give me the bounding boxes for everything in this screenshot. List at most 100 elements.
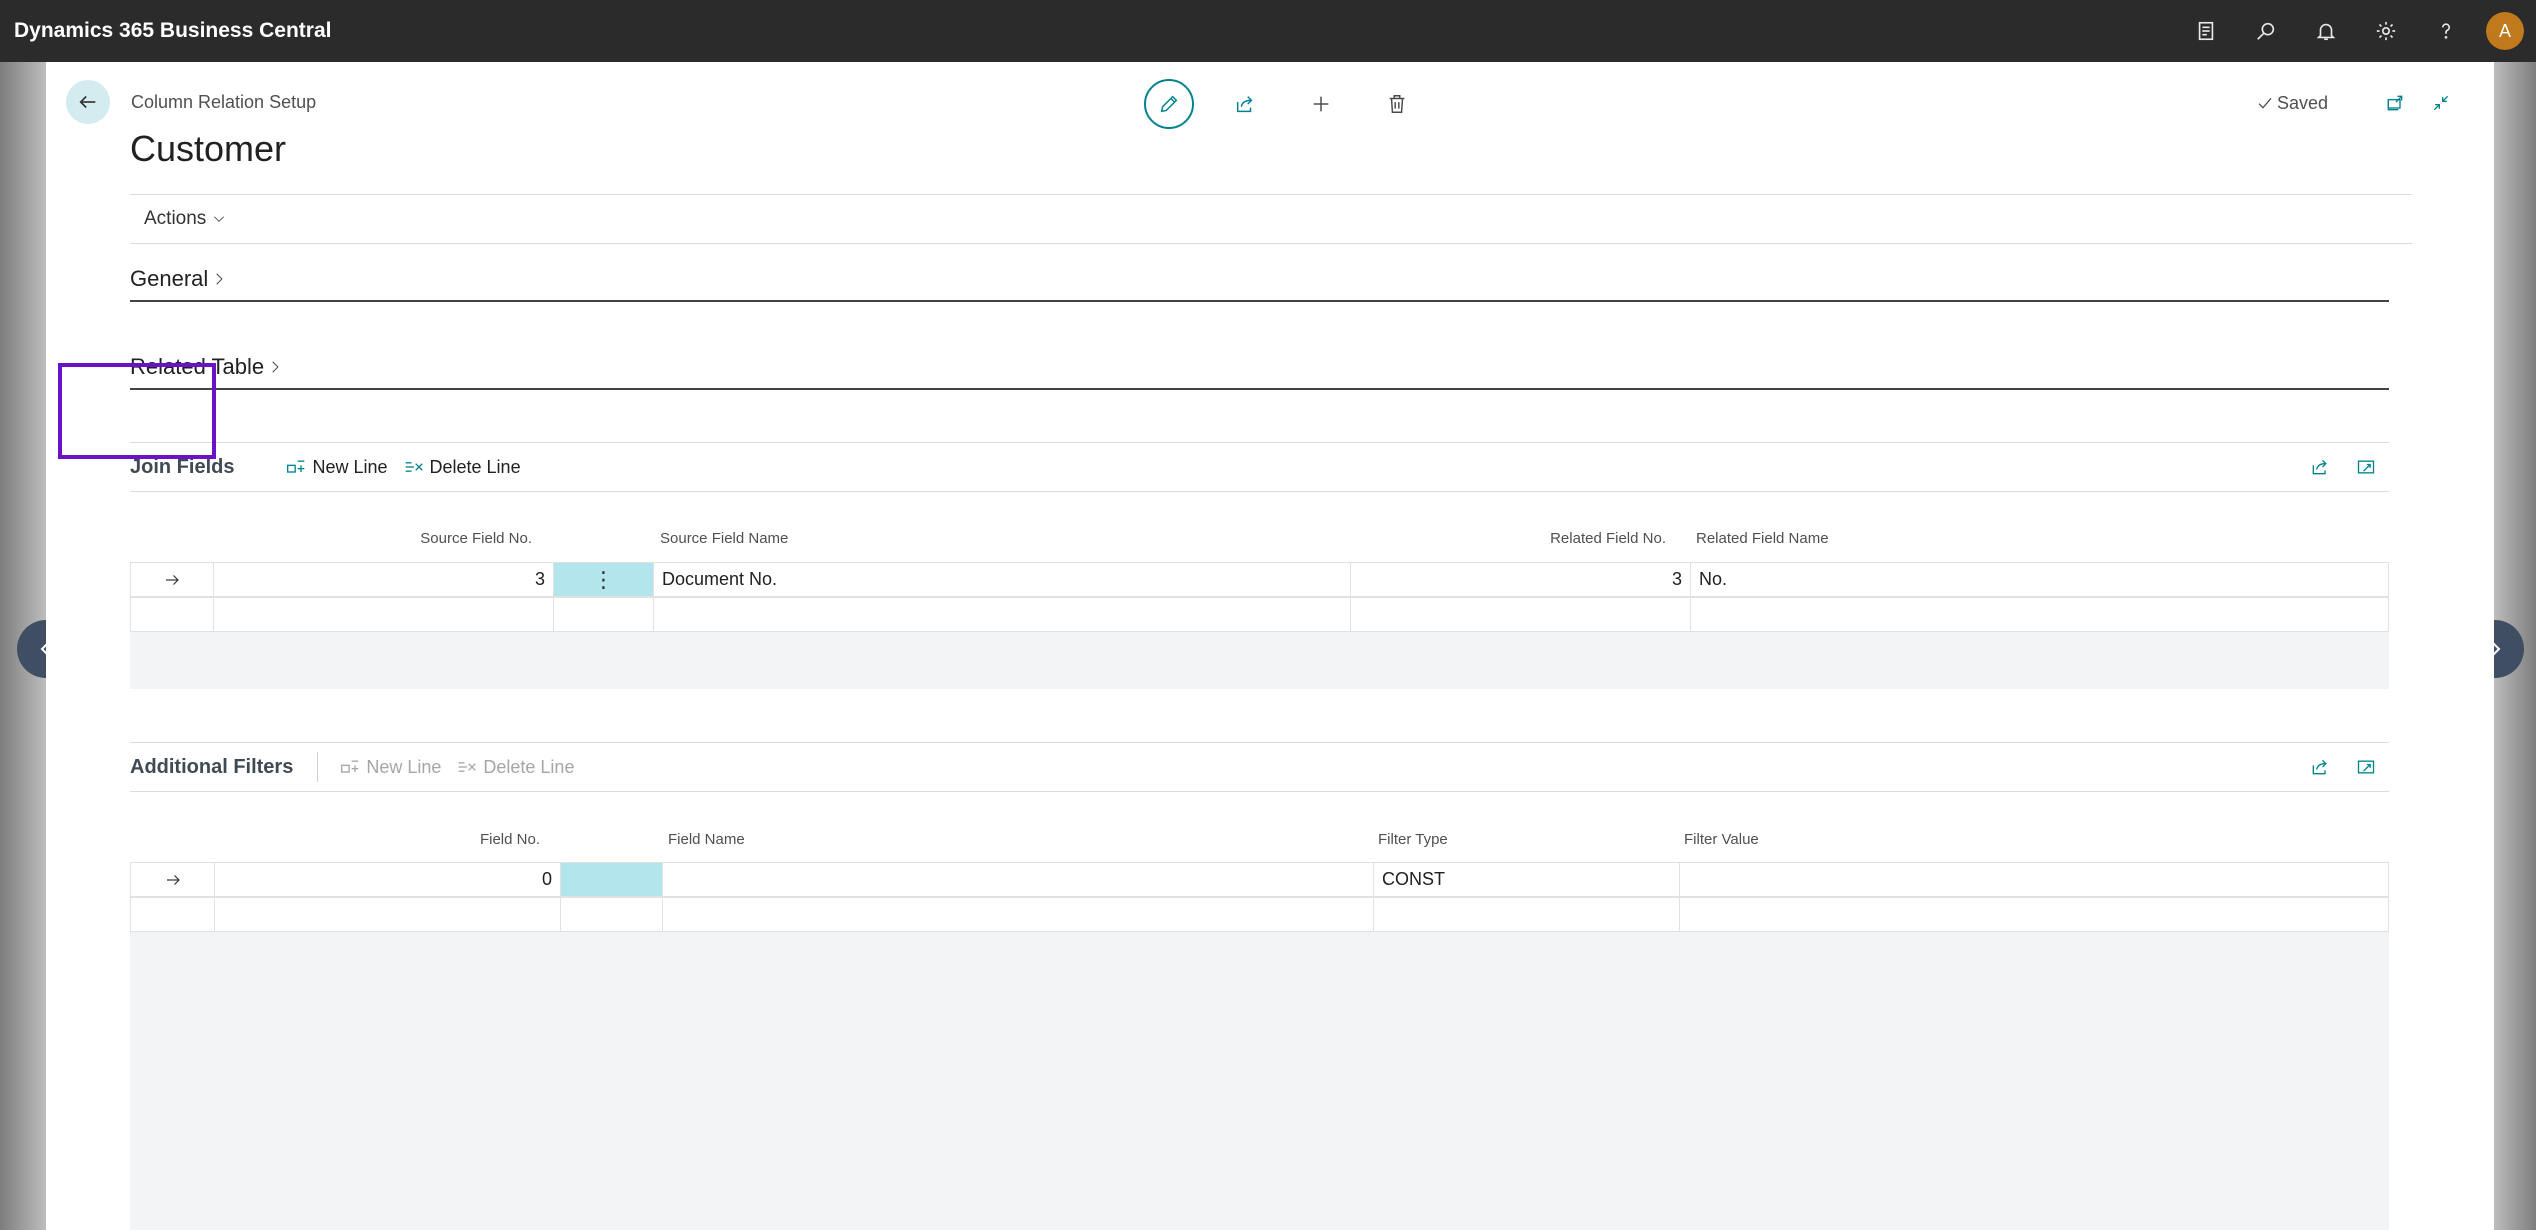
additional-filters-share-button[interactable] bbox=[2297, 757, 2343, 777]
col-source-field-name[interactable]: Source Field Name bbox=[660, 530, 788, 547]
new-line-icon bbox=[341, 760, 359, 773]
join-fields-toolbar: Join Fields New Line Delete Line bbox=[130, 442, 2389, 492]
row-actions-cell[interactable]: ⋮ bbox=[554, 563, 654, 596]
delete-line-icon bbox=[459, 762, 477, 772]
field-name-cell[interactable] bbox=[663, 863, 1374, 896]
expand-icon bbox=[2357, 760, 2375, 774]
source-field-no-cell[interactable] bbox=[214, 598, 554, 631]
edit-button[interactable] bbox=[1131, 79, 1207, 129]
row-indicator[interactable] bbox=[131, 898, 215, 931]
join-fields-delete-line-label: Delete Line bbox=[429, 456, 521, 477]
join-fields-highlight-box bbox=[58, 363, 216, 459]
related-field-name-cell[interactable] bbox=[1691, 598, 2388, 631]
page-title: Customer bbox=[130, 128, 287, 169]
join-fields-grid: 3 ⋮ Document No. 3 No. bbox=[130, 562, 2389, 689]
open-in-new-icon bbox=[2387, 95, 2403, 111]
source-field-name-cell[interactable] bbox=[654, 598, 1351, 631]
join-fields-delete-line-button[interactable]: Delete Line bbox=[404, 457, 521, 478]
additional-filters-new-line-button[interactable]: New Line bbox=[340, 757, 441, 778]
field-no-cell[interactable]: 0 bbox=[215, 863, 561, 896]
new-line-icon bbox=[287, 460, 305, 473]
actions-menu[interactable]: Actions bbox=[144, 208, 206, 230]
record-page: Column Relation Setup Customer Saved Act… bbox=[46, 62, 2494, 1230]
related-field-name-cell[interactable]: No. bbox=[1691, 563, 2388, 596]
col-related-field-no[interactable]: Related Field No. bbox=[1326, 530, 1666, 547]
source-field-name-cell[interactable]: Document No. bbox=[654, 563, 1351, 596]
col-filter-type[interactable]: Filter Type bbox=[1378, 831, 1448, 848]
actions-bar: Actions bbox=[130, 194, 2412, 244]
filter-value-cell[interactable] bbox=[1680, 898, 2388, 931]
row-indicator[interactable] bbox=[131, 563, 214, 596]
chevron-right-icon[interactable] bbox=[212, 272, 226, 286]
join-fields-new-line-button[interactable]: New Line bbox=[286, 456, 388, 478]
col-related-field-name[interactable]: Related Field Name bbox=[1696, 530, 1829, 547]
collapse-button[interactable] bbox=[2418, 86, 2464, 120]
filter-value-cell[interactable] bbox=[1680, 863, 2388, 896]
row-actions-cell[interactable] bbox=[554, 598, 654, 631]
additional-filters-delete-line-button[interactable]: Delete Line bbox=[457, 757, 574, 778]
table-row[interactable]: 0 CONST bbox=[130, 862, 2389, 897]
col-field-no[interactable]: Field No. bbox=[246, 831, 540, 848]
arrow-left-icon bbox=[79, 95, 96, 109]
general-section-header[interactable]: General bbox=[130, 266, 2389, 302]
share-icon bbox=[2312, 459, 2327, 475]
top-bar: Dynamics 365 Business Central A bbox=[0, 0, 2536, 62]
related-table-section-header[interactable]: Related Table bbox=[130, 354, 2389, 390]
share-button[interactable] bbox=[1207, 79, 1283, 129]
additional-filters-toolbar: Additional Filters New Line Delete Line bbox=[130, 742, 2389, 792]
additional-filters-part-tools bbox=[2297, 743, 2389, 791]
open-new-window-button[interactable] bbox=[2372, 86, 2418, 120]
new-button[interactable] bbox=[1283, 79, 1359, 129]
field-no-cell[interactable] bbox=[215, 898, 561, 931]
additional-filters-expand-button[interactable] bbox=[2343, 757, 2389, 777]
col-source-field-no[interactable]: Source Field No. bbox=[246, 530, 532, 547]
document-icon[interactable] bbox=[2176, 0, 2236, 62]
share-icon bbox=[1236, 96, 1253, 113]
avatar[interactable]: A bbox=[2486, 12, 2524, 50]
table-row[interactable]: 3 ⋮ Document No. 3 No. bbox=[130, 562, 2389, 597]
gear-icon[interactable] bbox=[2356, 0, 2416, 62]
delete-button[interactable] bbox=[1359, 79, 1435, 129]
more-options-icon[interactable]: ⋮ bbox=[593, 568, 615, 591]
row-actions-cell[interactable] bbox=[561, 898, 663, 931]
filter-type-cell[interactable]: CONST bbox=[1374, 863, 1680, 896]
app-title[interactable]: Dynamics 365 Business Central bbox=[14, 19, 331, 43]
toolbar-divider bbox=[317, 752, 319, 782]
check-icon bbox=[2258, 97, 2272, 109]
join-fields-share-button[interactable] bbox=[2297, 457, 2343, 477]
row-indicator[interactable] bbox=[131, 863, 215, 896]
chevron-right-icon[interactable] bbox=[268, 360, 282, 374]
related-field-no-cell[interactable]: 3 bbox=[1351, 563, 1691, 596]
table-row-empty[interactable] bbox=[130, 897, 2389, 932]
chevron-down-icon[interactable] bbox=[212, 212, 226, 226]
search-icon[interactable] bbox=[2236, 0, 2296, 62]
additional-filters-new-line-label: New Line bbox=[366, 756, 442, 777]
table-row-empty[interactable] bbox=[130, 597, 2389, 632]
additional-filters-title[interactable]: Additional Filters bbox=[130, 756, 293, 779]
join-fields-new-line-label: New Line bbox=[312, 456, 388, 477]
col-filter-value[interactable]: Filter Value bbox=[1684, 831, 1759, 848]
source-field-no-cell[interactable]: 3 bbox=[214, 563, 554, 596]
help-icon[interactable] bbox=[2416, 0, 2476, 62]
page-right-tools: Saved bbox=[2257, 86, 2464, 120]
join-fields-part-tools bbox=[2297, 443, 2389, 491]
arrow-right-icon bbox=[166, 574, 179, 585]
additional-filters-delete-line-label: Delete Line bbox=[483, 756, 575, 777]
field-name-cell[interactable] bbox=[663, 898, 1374, 931]
filter-type-cell[interactable] bbox=[1374, 898, 1680, 931]
delete-line-icon bbox=[405, 462, 423, 472]
general-section-label[interactable]: General bbox=[130, 266, 208, 292]
breadcrumb: Column Relation Setup bbox=[131, 92, 317, 112]
share-icon bbox=[2312, 759, 2327, 775]
saved-label: Saved bbox=[2276, 92, 2328, 113]
arrow-right-icon bbox=[166, 874, 180, 885]
related-field-no-cell[interactable] bbox=[1351, 598, 1691, 631]
back-button[interactable] bbox=[66, 80, 110, 124]
row-indicator[interactable] bbox=[131, 598, 214, 631]
join-fields-expand-button[interactable] bbox=[2343, 457, 2389, 477]
bell-icon[interactable] bbox=[2296, 0, 2356, 62]
saved-status: Saved bbox=[2257, 93, 2328, 114]
row-actions-cell[interactable] bbox=[561, 863, 663, 896]
pencil-icon bbox=[1160, 95, 1178, 113]
col-field-name[interactable]: Field Name bbox=[668, 831, 745, 848]
